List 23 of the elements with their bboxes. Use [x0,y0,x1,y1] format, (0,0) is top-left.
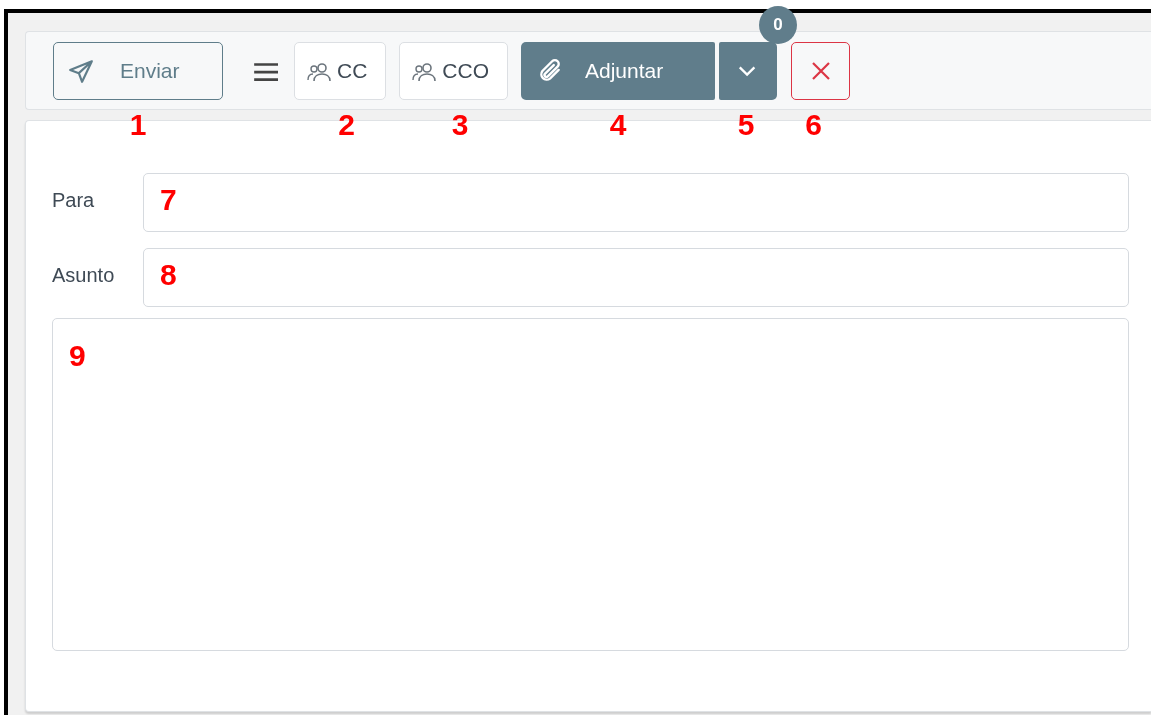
send-button[interactable]: Enviar [53,42,223,100]
count-badge: 0 [759,6,797,44]
recipients-button[interactable]: CCO [399,42,508,100]
field-label: Asunto [52,263,116,288]
callout-number: 8 [160,260,177,290]
callout-number: 3 [451,110,469,140]
dropdown-button[interactable] [719,42,777,100]
input-field[interactable] [143,248,1129,307]
callout-number: 2 [338,110,355,140]
callout-number: 9 [69,341,86,371]
callout-number: 6 [805,110,822,140]
field-label: Para [52,188,96,213]
close-button[interactable] [791,42,850,100]
paperclip-icon [537,58,563,84]
attach-button[interactable]: Adjuntar [521,42,715,100]
input-field[interactable] [143,173,1129,232]
send-icon [68,58,94,84]
callout-number: 5 [737,110,755,140]
message-body-field[interactable] [52,318,1129,651]
recipients-button[interactable]: CC [294,42,387,100]
callout-number: 4 [609,110,627,140]
callout-number: 7 [160,185,177,215]
callout-number: 1 [129,110,147,140]
